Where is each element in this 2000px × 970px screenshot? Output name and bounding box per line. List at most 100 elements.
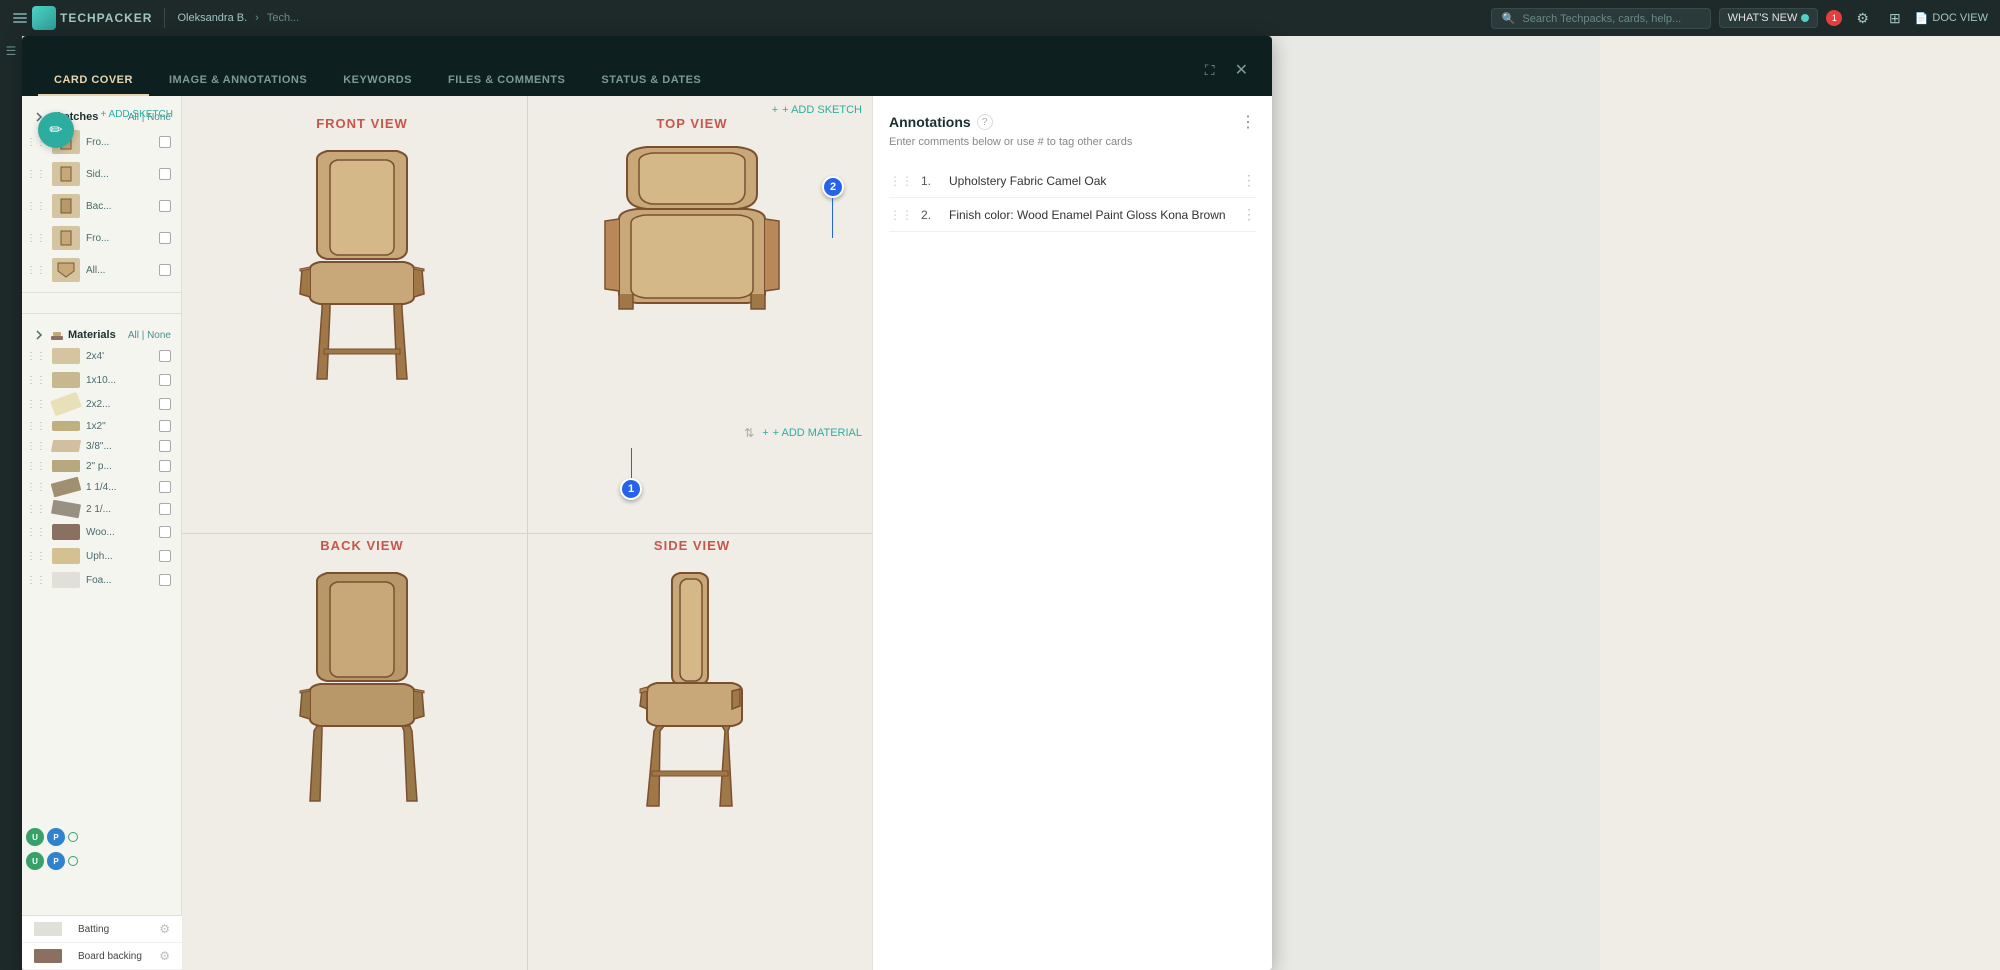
add-sketch-button[interactable]: + ADD SKETCH <box>100 104 173 122</box>
mat-drag-6: ⋮⋮ <box>26 482 46 493</box>
sketch-label-2: Bac... <box>86 201 153 212</box>
doc-view-button[interactable]: 📄 DOC VIEW <box>1915 12 1988 25</box>
edit-fab-button[interactable]: ✏ <box>38 112 74 148</box>
mat-checkbox-4[interactable] <box>159 440 171 452</box>
material-item-2[interactable]: ⋮⋮ 2x2... <box>22 392 181 416</box>
back-view-chair <box>272 561 452 821</box>
mat-checkbox-3[interactable] <box>159 420 171 432</box>
annotations-title: Annotations <box>889 114 971 130</box>
sketch-checkbox-2[interactable] <box>159 200 171 212</box>
material-item-5[interactable]: ⋮⋮ 2" p... <box>22 456 181 476</box>
material-item-9[interactable]: ⋮⋮ Uph... <box>22 544 181 568</box>
mat-label-9: Uph... <box>86 551 153 562</box>
expand-button[interactable]: ⛶ <box>1197 54 1223 87</box>
material-item-1[interactable]: ⋮⋮ 1x10... <box>22 368 181 392</box>
annotation-drag-handle-1[interactable]: ⋮⋮ <box>889 208 913 222</box>
add-sketch-label: + ADD SKETCH <box>782 104 862 116</box>
drag-handle-icon-2: ⋮⋮ <box>26 201 46 212</box>
sketch-thumb-1 <box>52 162 80 186</box>
settings-board[interactable]: ⚙ <box>159 949 170 963</box>
mat-checkbox-1[interactable] <box>159 374 171 386</box>
sketch-item-1[interactable]: ⋮⋮ Sid... <box>22 158 181 190</box>
user-avatar-green: U <box>26 828 44 846</box>
mat-checkbox-10[interactable] <box>159 574 171 586</box>
sketch-item-3[interactable]: ⋮⋮ Fro... <box>22 222 181 254</box>
hamburger-icon[interactable] <box>12 10 28 26</box>
material-item-7[interactable]: ⋮⋮ 2 1/... <box>22 498 181 520</box>
pin-number-2: 2 <box>822 176 844 198</box>
material-item-4[interactable]: ⋮⋮ 3/8"... <box>22 436 181 456</box>
mat-label-5: 2" p... <box>86 461 153 472</box>
annotation-text-1[interactable]: Finish color: Wood Enamel Paint Gloss Ko… <box>949 208 1234 222</box>
app-name: TECHPACKER <box>60 11 152 25</box>
mat-checkbox-2[interactable] <box>159 398 171 410</box>
annotation-menu-button[interactable]: ⋮ <box>1240 112 1256 132</box>
sketch-checkbox-0[interactable] <box>159 136 171 148</box>
user-dot <box>68 832 78 842</box>
sketch-item-2[interactable]: ⋮⋮ Bac... <box>22 190 181 222</box>
annotation-pin-1[interactable]: 1 <box>620 448 642 500</box>
mat-checkbox-9[interactable] <box>159 550 171 562</box>
sidebar-nav-icon[interactable]: ☰ <box>6 44 17 58</box>
doc-icon: 📄 <box>1915 12 1929 25</box>
materials-filter[interactable]: All | None <box>128 330 171 341</box>
mat-label-8: Woo... <box>86 527 153 538</box>
whats-new-button[interactable]: WHAT'S NEW <box>1719 8 1819 28</box>
tab-keywords[interactable]: KEYWORDS <box>327 66 428 96</box>
mat-checkbox-6[interactable] <box>159 481 171 493</box>
annotation-drag-handle-0[interactable]: ⋮⋮ <box>889 174 913 188</box>
card-body: Sketches All | None ⋮⋮ Fro... ⋮⋮ Sid... <box>22 96 1272 970</box>
mat-checkbox-8[interactable] <box>159 526 171 538</box>
drag-handle-icon-4: ⋮⋮ <box>26 265 46 276</box>
card-modal: ✏ CARD COVER IMAGE & ANNOTATIONS KEYWORD… <box>22 36 1272 970</box>
grid-icon[interactable]: ⊞ <box>1883 8 1907 29</box>
add-sketch-top-button[interactable]: + + ADD SKETCH <box>772 104 862 116</box>
card-tabs: CARD COVER IMAGE & ANNOTATIONS KEYWORDS … <box>22 36 1272 96</box>
search-bar[interactable]: 🔍 Search Techpacks, cards, help... <box>1491 8 1711 29</box>
add-material-button[interactable]: + + ADD MATERIAL <box>762 427 862 439</box>
settings-batting[interactable]: ⚙ <box>159 922 170 936</box>
mat-checkbox-7[interactable] <box>159 503 171 515</box>
user-dot-2 <box>68 856 78 866</box>
user-name[interactable]: Oleksandra B. <box>177 12 247 24</box>
tab-image-annotations[interactable]: IMAGE & ANNOTATIONS <box>153 66 323 96</box>
material-item-6[interactable]: ⋮⋮ 1 1/4... <box>22 476 181 498</box>
notification-badge[interactable]: 1 <box>1826 10 1842 26</box>
top-view-cell: TOP VIEW <box>532 116 852 528</box>
annotation-pin-2[interactable]: 2 <box>822 176 844 198</box>
user-avatar-blue-2: P <box>47 852 65 870</box>
mat-label-3: 1x2" <box>86 421 153 432</box>
search-icon: 🔍 <box>1502 13 1516 25</box>
annotation-item-menu-0[interactable]: ⋮ <box>1242 172 1256 189</box>
annotation-text-0[interactable]: Upholstery Fabric Camel Oak <box>949 174 1234 188</box>
material-item-0[interactable]: ⋮⋮ 2x4' <box>22 344 181 368</box>
side-view-label: SIDE VIEW <box>654 538 730 553</box>
material-item-3[interactable]: ⋮⋮ 1x2" <box>22 416 181 436</box>
front-view-cell: FRONT VIEW <box>202 116 522 528</box>
sketch-checkbox-1[interactable] <box>159 168 171 180</box>
sketch-item-4[interactable]: ⋮⋮ All... <box>22 254 181 286</box>
sketch-checkbox-4[interactable] <box>159 264 171 276</box>
mat-label-2: 2x2... <box>86 399 153 410</box>
materials-icon <box>50 328 64 342</box>
panel-divider <box>22 292 181 293</box>
material-item-10[interactable]: ⋮⋮ Foa... <box>22 568 181 592</box>
close-button[interactable]: ✕ <box>1227 52 1256 88</box>
annotation-item-menu-1[interactable]: ⋮ <box>1242 206 1256 223</box>
batting-thumb <box>34 922 62 936</box>
mat-checkbox-0[interactable] <box>159 350 171 362</box>
annotation-info-icon[interactable]: ? <box>977 114 993 130</box>
mat-checkbox-5[interactable] <box>159 460 171 472</box>
annotation-panel: Annotations ? ⋮ Enter comments below or … <box>872 96 1272 970</box>
materials-chevron-icon[interactable] <box>32 328 46 342</box>
sketch-checkbox-3[interactable] <box>159 232 171 244</box>
settings-icon[interactable]: ⚙ <box>1850 8 1875 29</box>
breadcrumb[interactable]: Tech... <box>267 12 299 24</box>
mat-label-6: 1 1/4... <box>86 482 153 493</box>
sort-icon[interactable]: ⇅ <box>744 426 754 440</box>
material-item-8[interactable]: ⋮⋮ Woo... <box>22 520 181 544</box>
tab-status-dates-label: STATUS & DATES <box>601 74 701 86</box>
tab-files-comments[interactable]: FILES & COMMENTS <box>432 66 581 96</box>
tab-status-dates[interactable]: STATUS & DATES <box>585 66 717 96</box>
tab-card-cover[interactable]: CARD COVER <box>38 66 149 96</box>
